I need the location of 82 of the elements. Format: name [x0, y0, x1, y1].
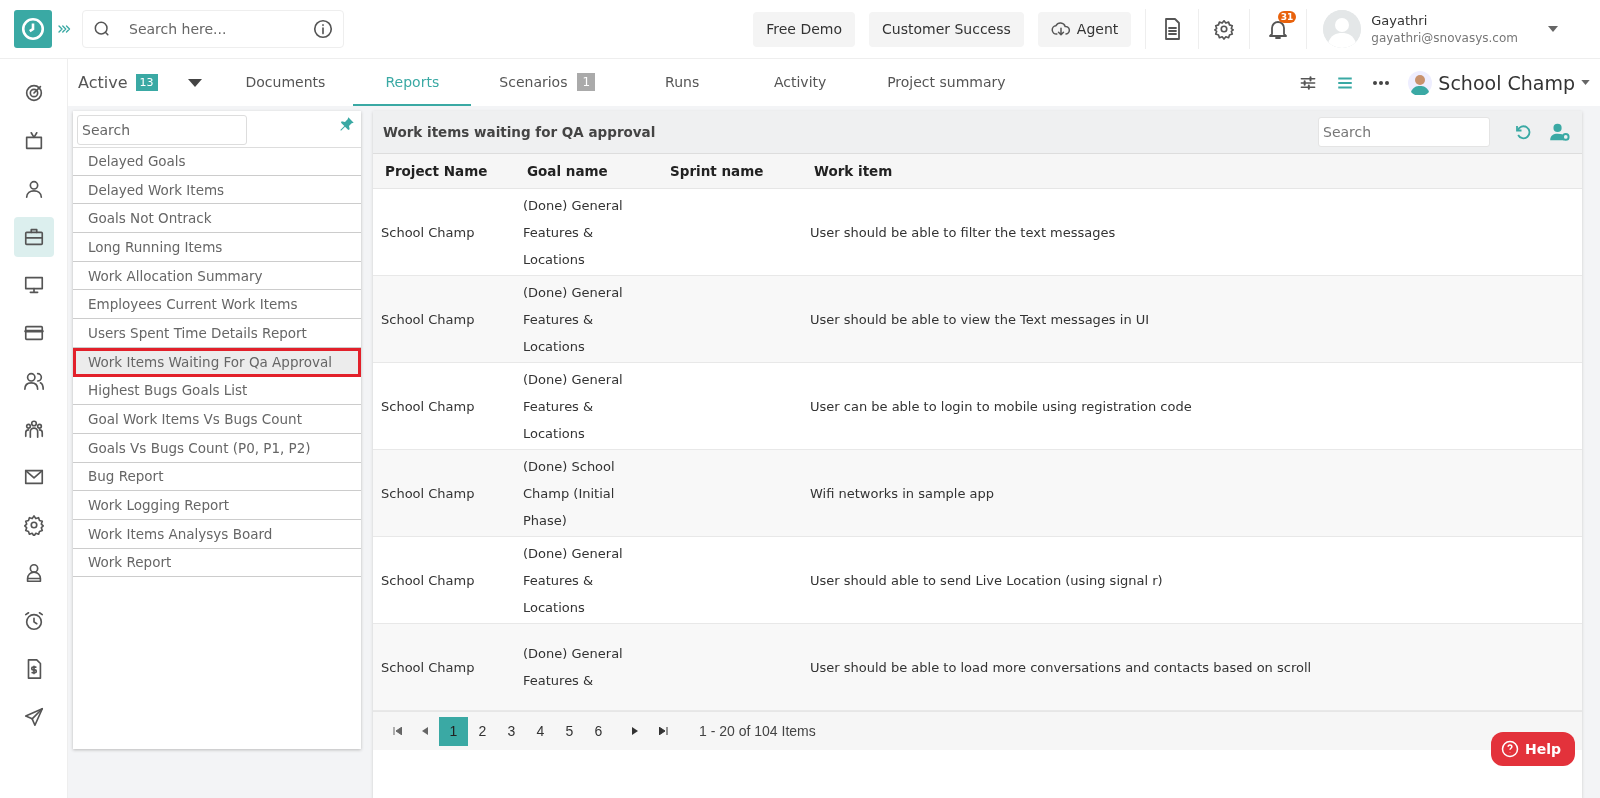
search-field[interactable]: Search: [1318, 117, 1490, 147]
page-button[interactable]: 5: [555, 716, 584, 746]
table-cell-text: (Done) General Features & Locations: [522, 196, 624, 269]
header-button[interactable]: Customer Success: [869, 11, 1024, 47]
table-cell-text: School Champ: [380, 571, 476, 590]
table-title: Work items waiting for QA approval: [383, 124, 657, 140]
settings-icon: [1213, 18, 1236, 40]
user-email: gayathri@snovasys.com: [1371, 31, 1518, 45]
page-button[interactable]: 3: [497, 716, 526, 746]
tab[interactable]: Scenarios 1: [471, 59, 624, 106]
page-button[interactable]: 2: [468, 716, 497, 746]
tab[interactable]: Documents: [217, 59, 354, 106]
table-cell-text: Wifi networks in sample app: [809, 484, 996, 503]
report-item[interactable]: Delayed Work Items: [73, 175, 361, 205]
tab[interactable]: Project summary: [859, 59, 1034, 106]
table-cell-text: (Done) General Features &: [522, 645, 624, 690]
help-button[interactable]: Help: [1490, 732, 1575, 766]
report-item[interactable]: Work Items Analysys Board: [73, 519, 361, 549]
status-filter[interactable]: Active: [78, 73, 128, 92]
search-field[interactable]: Search: [77, 115, 247, 145]
table-cell-text: (Done) General Features & Locations: [522, 283, 624, 356]
table-cell-text: (Done) General Features & Locations: [522, 544, 624, 617]
page-button[interactable]: 1: [439, 716, 468, 746]
avatar: [1408, 70, 1433, 95]
report-item[interactable]: Goals Vs Bugs Count (P0, P1, P2): [73, 433, 361, 463]
team-icon: [22, 418, 45, 440]
dropdown-icon[interactable]: [187, 78, 202, 87]
column-header[interactable]: Work item: [802, 163, 1582, 179]
page-button[interactable]: 6: [584, 716, 613, 746]
user-name: Gayathri: [1371, 13, 1429, 28]
help-icon: [1500, 740, 1519, 758]
table-cell-text: School Champ: [380, 397, 476, 416]
tab[interactable]: Runs: [623, 59, 742, 106]
search-field[interactable]: Search here...: [82, 10, 344, 48]
report-item[interactable]: Bug Report: [73, 462, 361, 492]
table-cell-text: School Champ: [380, 484, 476, 503]
report-item[interactable]: Work Report: [73, 548, 361, 578]
caret-icon[interactable]: [1581, 80, 1590, 85]
column-header[interactable]: Sprint name: [658, 163, 802, 179]
table-cell-text: School Champ: [380, 310, 476, 329]
send-icon: [22, 706, 45, 728]
table-cell-text: User should be able to view the Text messages in UI: [809, 310, 1151, 329]
more-icon[interactable]: [1372, 79, 1391, 86]
briefcase-icon: [22, 226, 45, 248]
column-header[interactable]: Goal name: [515, 163, 658, 179]
report-item[interactable]: Goals Not Ontrack: [73, 204, 361, 234]
pagination-summary: 1 - 20 of 104 Items: [699, 723, 816, 739]
report-item[interactable]: Users Spent Time Details Report: [73, 319, 361, 348]
settings-icon: [22, 514, 45, 536]
pin-icon[interactable]: [339, 116, 355, 132]
count-badge: 13: [135, 74, 158, 91]
alarm-icon: [22, 610, 45, 632]
table-cell-text: User should be able to filter the text messages: [809, 223, 1117, 242]
count-badge: 1: [577, 72, 596, 91]
header-button[interactable]: Agent: [1037, 11, 1132, 47]
table-cell-text: User should be able to load more conversations and contacts based on scroll: [809, 658, 1313, 677]
table-cell-text: User should able to send Live Location (using signal r): [809, 571, 1164, 590]
report-item[interactable]: Employees Current Work Items: [73, 290, 361, 320]
report-item[interactable]: Long Running Items: [73, 233, 361, 262]
info-icon: [312, 18, 334, 40]
notification-count: 31: [1277, 11, 1297, 23]
table-cell-text: User can be able to login to mobile using registration code: [809, 397, 1193, 416]
caret-icon[interactable]: [1548, 26, 1558, 32]
users-icon: [22, 370, 45, 392]
report-item[interactable]: Goal Work Items Vs Bugs Count: [73, 405, 361, 434]
page-button[interactable]: 4: [526, 716, 555, 746]
tab[interactable]: Activity: [741, 59, 860, 106]
report-item[interactable]: Work Allocation Summary: [73, 261, 361, 291]
table-cell-text: School Champ: [380, 223, 476, 242]
sidebar-item[interactable]: [13, 217, 54, 257]
report-item[interactable]: Highest Bugs Goals List: [73, 376, 361, 406]
column-header[interactable]: Project Name: [373, 163, 515, 179]
table-cell-text: (Done) General Features & Locations: [522, 370, 624, 443]
report-item[interactable]: Work Logging Report: [73, 491, 361, 520]
report-item[interactable]: Work Items Waiting For Qa Approval: [73, 347, 361, 377]
report-item[interactable]: Delayed Goals: [73, 147, 361, 176]
app-logo[interactable]: [14, 10, 52, 48]
header-button[interactable]: Free Demo: [753, 11, 855, 47]
project-name[interactable]: School Champ: [1438, 71, 1575, 94]
monitor-icon: [22, 274, 45, 296]
table-cell-text: (Done) School Champ (Initial Phase): [522, 457, 616, 530]
table-cell-text: School Champ: [380, 658, 476, 677]
